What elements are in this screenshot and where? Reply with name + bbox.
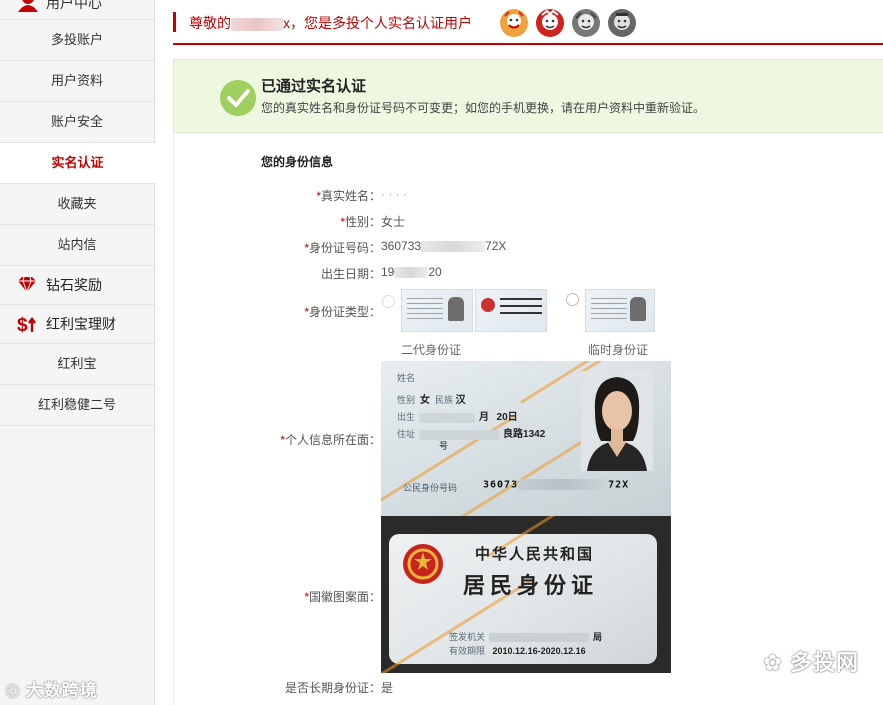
blurred-username	[231, 17, 283, 31]
radio-temporary[interactable]	[566, 293, 579, 306]
temporary-label[interactable]: 临时身份证	[588, 341, 648, 358]
front-side-label: *个人信息所在面：	[280, 433, 381, 447]
second-gen-label[interactable]: 二代身份证	[401, 341, 461, 358]
front-id-number: 36073 72X	[483, 479, 630, 491]
badge-dark-gray-icon[interactable]	[607, 8, 637, 38]
real-name-label: *真实姓名：	[316, 189, 381, 203]
greeting-suffix: x，您是多投个人实名认证用户	[283, 15, 472, 31]
id-front-photo: 姓名 性别 女 民族 汉 出生月 20日 住址 良路1342 号 公民身份号码 3…	[381, 361, 671, 516]
thumb-text-lines	[407, 298, 443, 322]
watermark-left: ⓒ 大数跨境	[6, 676, 98, 701]
diamond-icon	[18, 276, 36, 294]
row-back-side: *国徽图案面：	[174, 588, 381, 604]
id-type-label: *身份证类型：	[304, 305, 381, 319]
section-title: 您的身份信息	[261, 155, 334, 169]
greeting-bar: 尊敬的 x，您是多投个人实名认证用户	[173, 7, 883, 45]
real-name-value: · · · ·	[381, 187, 407, 201]
back-validity: 有效期限 2010.12.16-2020.12.16	[449, 646, 586, 656]
identity-info-section: 您的身份信息 *真实姓名： · · · · *性别： 女士 *身份证号码： 36…	[173, 134, 883, 705]
sidebar-item-messages[interactable]: 站内信	[0, 225, 154, 266]
sidebar-item-verification[interactable]: 实名认证	[0, 143, 155, 184]
row-id-type: *身份证类型：	[174, 303, 381, 319]
temporary-card-thumb[interactable]	[585, 289, 655, 332]
front-gender-field: 性别 女 民族 汉	[397, 395, 466, 406]
sidebar-item-profile[interactable]: 用户资料	[0, 61, 154, 102]
back-authority: 签发机关局	[449, 632, 603, 643]
badge-red-icon[interactable]	[535, 8, 565, 38]
sidebar-group-diamond[interactable]: 钻石奖励	[0, 266, 154, 305]
birth-label: 出生日期：	[320, 267, 381, 281]
dollar-arrow-icon: $	[17, 315, 36, 334]
id-number-label: *身份证号码：	[304, 241, 381, 255]
sidebar-header: 用户中心	[0, 0, 154, 20]
thumb-photo	[448, 297, 464, 321]
sidebar-item-favorites[interactable]: 收藏夹	[0, 184, 154, 225]
second-gen-front-thumb[interactable]	[401, 289, 473, 332]
long-term-value-wrap: 是	[381, 679, 421, 695]
sidebar-group-finance[interactable]: $ 红利宝理财	[0, 305, 154, 344]
sidebar-item-hongli-steady[interactable]: 红利稳健二号	[0, 385, 154, 426]
long-term-value: 是	[381, 681, 394, 695]
portrait-photo	[581, 371, 653, 471]
radio-second-gen[interactable]	[382, 295, 395, 308]
watermark-right: ✿ 多投网	[763, 645, 859, 677]
accent-bar	[173, 12, 176, 32]
sidebar-item-hongli[interactable]: 红利宝	[0, 344, 154, 385]
watermark-logo-icon: ⓒ	[6, 684, 21, 699]
watermark-left-text: 大数跨境	[25, 681, 98, 700]
emblem-icon	[481, 298, 495, 312]
second-gen-back-thumb[interactable]	[475, 289, 547, 332]
back-title-card: 居民身份证	[463, 573, 599, 599]
id-number-value-wrap: 360733 72X	[381, 239, 541, 255]
gender-label: *性别：	[340, 215, 381, 229]
thumb-text-lines	[591, 298, 627, 322]
greeting-prefix: 尊敬的	[189, 15, 231, 31]
back-card: 中华人民共和国 居民身份证 签发机关局 有效期限 2010.12.16-2020…	[381, 516, 660, 673]
greeting-text: 尊敬的 x，您是多投个人实名认证用户	[189, 13, 472, 33]
thumb-photo	[630, 297, 646, 321]
badge-gray-icon[interactable]	[571, 8, 601, 38]
front-name-field: 姓名	[397, 373, 416, 383]
sidebar-group-label: 红利宝理财	[46, 316, 116, 332]
row-real-name: *真实姓名：	[174, 187, 381, 203]
thumb-title-lines	[500, 298, 542, 318]
row-front-side: *个人信息所在面：	[174, 431, 381, 447]
gender-value-wrap: 女士	[381, 213, 441, 229]
long-term-label: 是否长期身份证：	[284, 681, 381, 695]
row-birth: 出生日期：	[174, 265, 381, 281]
front-address-no: 号	[439, 441, 449, 451]
row-long-term: 是否长期身份证：	[174, 679, 381, 695]
notice-description: 您的真实姓名和身份证号码不可变更；如您的手机更换，请在用户资料中重新验证。	[261, 101, 706, 115]
back-side-label: *国徽图案面：	[304, 590, 381, 604]
notice-title: 已通过实名认证	[261, 78, 367, 95]
front-id-field: 公民身份号码	[403, 483, 458, 493]
front-address-field: 住址 良路1342	[397, 429, 546, 440]
check-circle-icon	[220, 80, 256, 116]
gender-value: 女士	[381, 215, 406, 229]
main-panel: 尊敬的 x，您是多投个人实名认证用户 已通过实名认证 您的真实姓名和身份证号码不…	[155, 0, 883, 705]
sidebar-header-label: 用户中心	[46, 0, 102, 11]
wechat-icon: ✿	[763, 650, 783, 675]
sidebar-item-account[interactable]: 多投账户	[0, 20, 154, 61]
row-gender: *性别：	[174, 213, 381, 229]
id-back-photo: 中华人民共和国 居民身份证 签发机关局 有效期限 2010.12.16-2020…	[381, 516, 671, 673]
sidebar: 用户中心 多投账户 用户资料 账户安全 实名认证 收藏夹 站内信 钻石奖励 $ …	[0, 0, 155, 705]
front-birth-field: 出生月 20日	[397, 412, 518, 423]
row-id-number: *身份证号码：	[174, 239, 381, 255]
sidebar-item-security[interactable]: 账户安全	[0, 102, 154, 143]
verification-notice: 已通过实名认证 您的真实姓名和身份证号码不可变更；如您的手机更换，请在用户资料中…	[173, 59, 883, 133]
user-icon	[18, 0, 38, 12]
back-title-country: 中华人民共和国	[475, 545, 595, 563]
national-emblem-icon	[403, 544, 443, 584]
watermark-right-text: 多投网	[789, 650, 859, 675]
birth-value: 19 20	[381, 265, 442, 279]
badge-gold-icon[interactable]	[499, 8, 529, 38]
sidebar-group-label: 钻石奖励	[46, 277, 102, 293]
real-name-value-wrap: · · · ·	[381, 187, 441, 203]
birth-value-wrap: 19 20	[381, 265, 481, 281]
svg-text:$: $	[17, 315, 28, 334]
id-number-value: 360733 72X	[381, 239, 507, 253]
